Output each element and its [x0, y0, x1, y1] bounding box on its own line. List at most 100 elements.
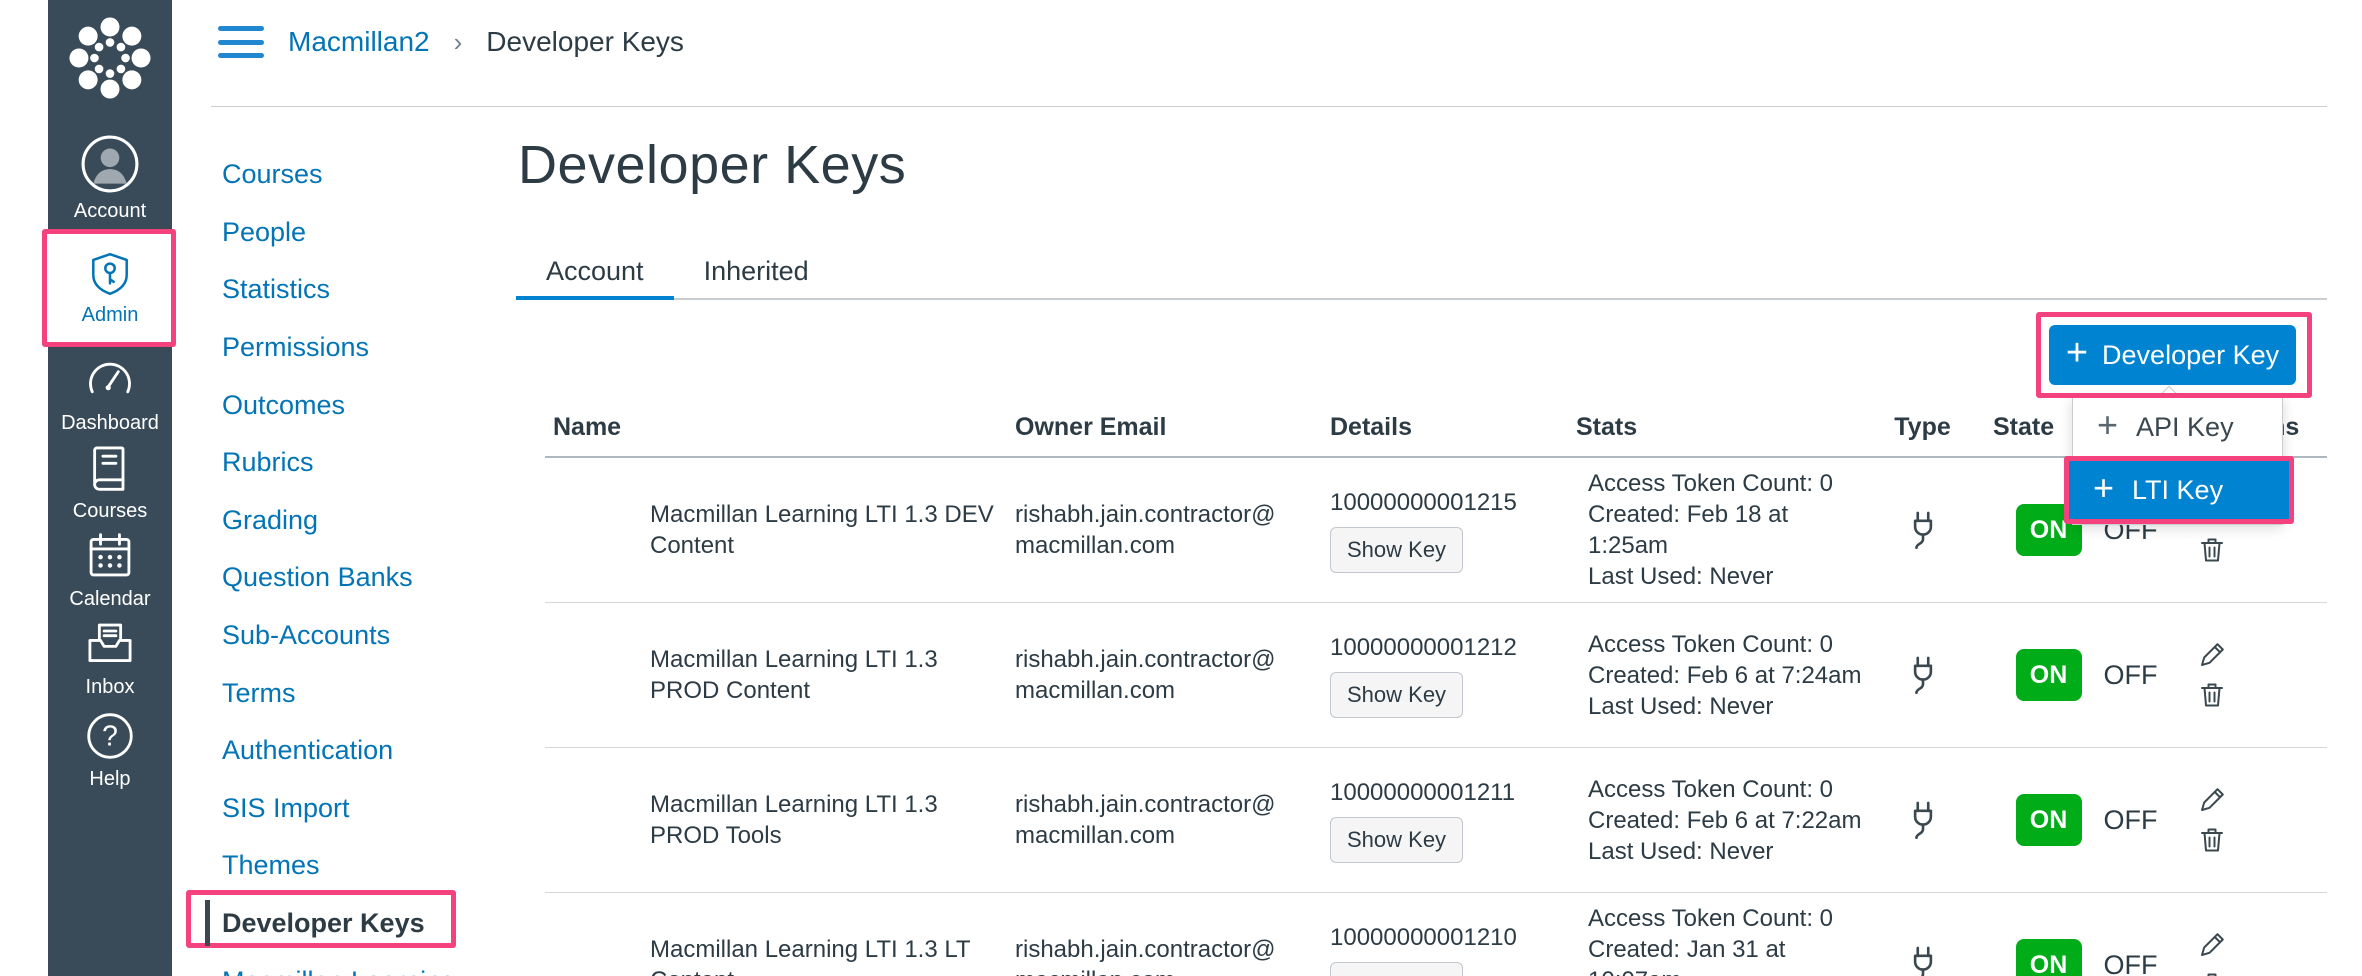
menu-item-label: API Key — [2136, 412, 2234, 443]
key-type — [1880, 458, 1965, 602]
subnav-item[interactable]: Statistics — [222, 261, 456, 319]
account-subnav: Courses People Statistics Permissions Ou… — [222, 146, 456, 976]
key-details: 10000000001215 Show Key — [1330, 458, 1576, 602]
state-on-button[interactable]: ON — [2016, 939, 2082, 976]
sidebar-item-label: Calendar — [69, 588, 150, 611]
subnav-item[interactable]: Outcomes — [222, 376, 456, 434]
show-key-button[interactable]: Show Key — [1330, 527, 1463, 573]
subnav-item[interactable]: Question Banks — [222, 549, 456, 607]
table-row: Macmillan Learning LTI 1.3 PROD Tools ri… — [545, 748, 2327, 893]
header-divider — [211, 106, 2327, 107]
tab-bar: Account Inherited — [516, 246, 2327, 300]
key-name: Macmillan Learning LTI 1.3 DEV Content — [545, 458, 1015, 602]
delete-key-button[interactable] — [2196, 969, 2228, 976]
sidebar-item-account[interactable]: Account — [48, 134, 172, 223]
show-key-button[interactable]: Show Key — [1330, 962, 1463, 976]
sidebar-item-courses[interactable]: Courses — [48, 442, 172, 523]
hamburger-icon[interactable] — [218, 26, 264, 58]
show-key-button[interactable]: Show Key — [1330, 672, 1463, 718]
owner-email: rishabh.jain.contractor@macmillan.com — [1015, 893, 1330, 976]
subnav-item[interactable]: Permissions — [222, 319, 456, 377]
sidebar-item-inbox[interactable]: Inbox — [48, 618, 172, 699]
state-off-label[interactable]: OFF — [2104, 805, 2158, 836]
table-row: Macmillan Learning LTI 1.3 DEV Content r… — [545, 458, 2327, 603]
show-key-button[interactable]: Show Key — [1330, 817, 1463, 863]
owner-email: rishabh.jain.contractor@macmillan.com — [1015, 748, 1330, 892]
add-key-menu: + API Key + LTI Key — [2072, 397, 2283, 525]
subnav-item[interactable]: Terms — [222, 664, 456, 722]
calendar-icon — [84, 530, 136, 582]
sidebar-item-label: Account — [74, 200, 146, 223]
lti-key-annotation-box: + LTI Key — [2064, 456, 2294, 524]
key-type — [1880, 603, 1965, 747]
delete-key-button[interactable] — [2196, 824, 2228, 856]
sidebar-item-help[interactable]: ? Help — [48, 710, 172, 791]
developer-keys-table: Name Owner Email Details Stats Type Stat… — [545, 413, 2327, 976]
plug-icon — [1902, 799, 1944, 841]
state-off-label[interactable]: OFF — [2104, 950, 2158, 976]
edit-key-button[interactable] — [2196, 639, 2228, 671]
key-name: Macmillan Learning LTI 1.3 LT Content — [545, 893, 1015, 976]
trash-icon — [2196, 969, 2228, 976]
subnav-item[interactable]: Courses — [222, 146, 456, 204]
menu-item-api-key[interactable]: + API Key — [2073, 398, 2282, 456]
stat-last-used: Last Used: Never — [1588, 691, 1864, 722]
sidebar-item-label: Courses — [73, 500, 147, 523]
menu-item-label: LTI Key — [2132, 475, 2223, 506]
pencil-icon — [2196, 784, 2228, 816]
add-developer-key-button[interactable]: + Developer Key — [2049, 325, 2296, 385]
canvas-logo-icon[interactable] — [48, 12, 172, 104]
subnav-item[interactable]: Sub-Accounts — [222, 607, 456, 665]
sidebar-item-dashboard[interactable]: Dashboard — [48, 354, 172, 435]
state-on-button[interactable]: ON — [2016, 794, 2082, 846]
subnav-item[interactable]: Grading — [222, 492, 456, 550]
key-details: 10000000001212 Show Key — [1330, 603, 1576, 747]
key-id: 10000000001210 — [1330, 922, 1517, 953]
subnav-item[interactable]: Macmillan Learning — [222, 952, 456, 976]
stat-created: Created: Jan 31 at 10:07am — [1588, 934, 1864, 976]
key-actions — [2180, 893, 2327, 976]
state-off-label[interactable]: OFF — [2104, 660, 2158, 691]
subnav-item[interactable]: Themes — [222, 837, 456, 895]
key-type — [1880, 748, 1965, 892]
sidebar-item-label: Dashboard — [61, 412, 159, 435]
tab-account[interactable]: Account — [516, 246, 674, 300]
plug-icon — [1902, 509, 1944, 551]
breadcrumb-separator: › — [454, 27, 463, 58]
delete-key-button[interactable] — [2196, 534, 2228, 566]
tab-inherited[interactable]: Inherited — [674, 246, 839, 298]
stat-token-count: Access Token Count: 0 — [1588, 629, 1864, 660]
subnav-item[interactable]: Rubrics — [222, 434, 456, 492]
svg-text:?: ? — [102, 720, 118, 752]
admin-shield-key-icon — [86, 250, 134, 298]
key-stats: Access Token Count: 0 Created: Feb 6 at … — [1576, 603, 1880, 747]
subnav-item[interactable]: Developer Keys — [222, 895, 456, 953]
table-header-row: Name Owner Email Details Stats Type Stat… — [545, 413, 2327, 458]
stat-last-used: Last Used: Never — [1588, 561, 1864, 592]
key-id: 10000000001211 — [1330, 777, 1515, 808]
edit-key-button[interactable] — [2196, 929, 2228, 961]
owner-email: rishabh.jain.contractor@macmillan.com — [1015, 603, 1330, 747]
delete-key-button[interactable] — [2196, 679, 2228, 711]
key-id: 10000000001212 — [1330, 632, 1517, 663]
column-header-name: Name — [545, 413, 1015, 456]
key-actions — [2180, 603, 2327, 747]
courses-book-icon — [84, 442, 136, 494]
key-stats: Access Token Count: 0 Created: Feb 18 at… — [1576, 458, 1880, 602]
edit-key-button[interactable] — [2196, 784, 2228, 816]
subnav-item[interactable]: SIS Import — [222, 780, 456, 838]
subnav-item[interactable]: People — [222, 204, 456, 262]
state-on-button[interactable]: ON — [2016, 649, 2082, 701]
menu-item-lti-key[interactable]: + LTI Key — [2069, 461, 2289, 519]
page-title: Developer Keys — [518, 134, 906, 196]
stat-created: Created: Feb 6 at 7:22am — [1588, 805, 1864, 836]
key-stats: Access Token Count: 0 Created: Feb 6 at … — [1576, 748, 1880, 892]
column-header-details: Details — [1330, 413, 1576, 456]
sidebar-item-admin[interactable]: Admin — [48, 234, 172, 342]
sidebar-item-calendar[interactable]: Calendar — [48, 530, 172, 611]
key-state: ON OFF — [1965, 748, 2180, 892]
dashboard-gauge-icon — [84, 354, 136, 406]
key-type — [1880, 893, 1965, 976]
breadcrumb-account-link[interactable]: Macmillan2 — [288, 26, 430, 58]
subnav-item[interactable]: Authentication — [222, 722, 456, 780]
